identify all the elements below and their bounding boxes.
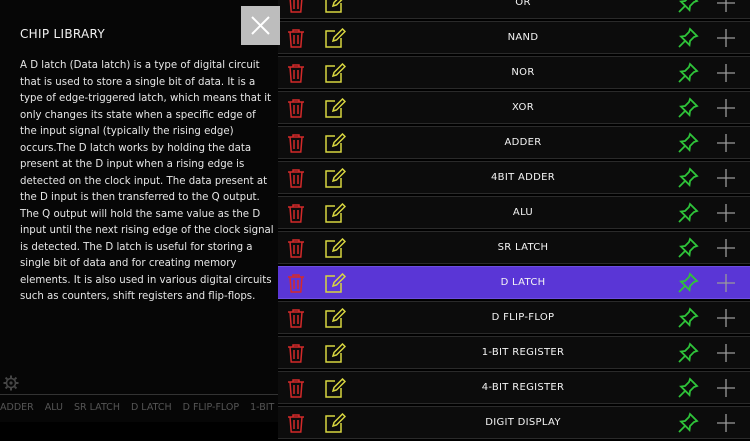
chip-name: SR LATCH: [497, 242, 549, 253]
chip-name: 1-BIT REGISTER: [481, 347, 565, 358]
pin-icon[interactable]: [677, 132, 699, 158]
toolbar-chip[interactable]: SR LATCH: [74, 394, 120, 422]
edit-icon[interactable]: [324, 62, 347, 87]
trash-icon[interactable]: [287, 98, 305, 122]
pin-icon[interactable]: [677, 202, 699, 228]
chip-name: NAND: [507, 32, 539, 43]
chip-name: XOR: [512, 102, 534, 113]
pin-icon[interactable]: [677, 62, 699, 88]
pin-icon[interactable]: [677, 412, 699, 438]
chip-row[interactable]: 1-BIT REGISTER: [278, 336, 750, 369]
pin-icon[interactable]: [677, 237, 699, 263]
close-icon: [251, 16, 270, 35]
chip-row[interactable]: SR LATCH: [278, 231, 750, 264]
trash-icon[interactable]: [287, 238, 305, 262]
plus-icon[interactable]: [715, 27, 737, 53]
chip-row[interactable]: XOR: [278, 91, 750, 124]
chip-row[interactable]: 4BIT ADDER: [278, 161, 750, 194]
chip-description: A D latch (Data latch) is a type of digi…: [20, 60, 274, 302]
pin-icon[interactable]: [677, 97, 699, 123]
trash-icon[interactable]: [287, 378, 305, 402]
plus-icon[interactable]: [715, 202, 737, 228]
chip-name: ALU: [512, 207, 534, 218]
trash-icon[interactable]: [287, 203, 305, 227]
chip-row[interactable]: 4-BIT REGISTER: [278, 371, 750, 404]
edit-icon[interactable]: [324, 342, 347, 367]
chip-row[interactable]: ADDER: [278, 126, 750, 159]
edit-icon[interactable]: [324, 412, 347, 437]
chip-name: DIGIT DISPLAY: [485, 417, 561, 428]
edit-icon[interactable]: [324, 307, 347, 332]
trash-icon[interactable]: [287, 273, 305, 297]
chip-row[interactable]: DIGIT DISPLAY: [278, 406, 750, 439]
pin-icon[interactable]: [677, 377, 699, 403]
trash-icon[interactable]: [287, 413, 305, 437]
edit-icon[interactable]: [324, 167, 347, 192]
chip-row[interactable]: D LATCH: [278, 266, 750, 299]
plus-icon[interactable]: [715, 272, 737, 298]
toolbar-divider: [0, 394, 278, 395]
plus-icon[interactable]: [715, 62, 737, 88]
edit-icon[interactable]: [324, 202, 347, 227]
close-button[interactable]: [241, 6, 280, 45]
edit-icon[interactable]: [324, 132, 347, 157]
plus-icon[interactable]: [715, 0, 737, 18]
chip-row[interactable]: ALU: [278, 196, 750, 229]
chip-row[interactable]: D FLIP-FLOP: [278, 301, 750, 334]
edit-icon[interactable]: [324, 27, 347, 52]
chip-name: NOR: [511, 67, 535, 78]
chip-name: D FLIP-FLOP: [491, 312, 555, 323]
edit-icon[interactable]: [324, 377, 347, 402]
toolbar-chip[interactable]: D LATCH: [131, 394, 172, 422]
plus-icon[interactable]: [715, 342, 737, 368]
plus-icon[interactable]: [715, 132, 737, 158]
plus-icon[interactable]: [715, 167, 737, 193]
edit-icon[interactable]: [324, 272, 347, 297]
trash-icon[interactable]: [287, 63, 305, 87]
toolbar-chip[interactable]: ALU: [45, 394, 63, 422]
plus-icon[interactable]: [715, 237, 737, 263]
chip-name: 4BIT ADDER: [491, 172, 555, 183]
edit-icon[interactable]: [324, 237, 347, 262]
trash-icon[interactable]: [287, 168, 305, 192]
plus-icon[interactable]: [715, 377, 737, 403]
plus-icon[interactable]: [715, 97, 737, 123]
plus-icon[interactable]: [715, 307, 737, 333]
panel-title: CHIP LIBRARY: [20, 27, 106, 41]
chip-row[interactable]: NOR: [278, 56, 750, 89]
toolbar-chip[interactable]: ADDER: [0, 394, 34, 422]
chip-row[interactable]: OR: [278, 0, 750, 19]
trash-icon[interactable]: [287, 133, 305, 157]
pin-icon[interactable]: [677, 167, 699, 193]
toolbar-chip[interactable]: 1-BIT R: [250, 394, 278, 422]
trash-icon[interactable]: [287, 343, 305, 367]
chip-name: D LATCH: [500, 277, 546, 288]
chip-name: 4-BIT REGISTER: [481, 382, 565, 393]
toolbar-chip[interactable]: D FLIP-FLOP: [183, 394, 239, 422]
pin-icon[interactable]: [677, 342, 699, 368]
pin-icon[interactable]: [677, 27, 699, 53]
chip-list: OR NAND NOR XOR ADDER 4BIT ADDER ALU SR LATCH D …: [278, 0, 750, 441]
chip-name: OR: [515, 0, 531, 8]
chip-info-panel: CHIP LIBRARY A D latch (Data latch) is a…: [0, 0, 278, 422]
trash-icon[interactable]: [287, 28, 305, 52]
chip-row[interactable]: NAND: [278, 21, 750, 54]
gear-icon[interactable]: [3, 375, 19, 391]
chip-name: ADDER: [504, 137, 542, 148]
pin-icon[interactable]: [677, 307, 699, 333]
edit-icon[interactable]: [324, 97, 347, 122]
pin-icon[interactable]: [677, 0, 699, 18]
pin-icon[interactable]: [677, 272, 699, 298]
edit-icon[interactable]: [324, 0, 346, 17]
trash-icon[interactable]: [287, 308, 305, 332]
chip-toolbar: ADDER ALU SR LATCH D LATCH D FLIP-FLOP 1-BIT …: [0, 394, 278, 422]
plus-icon[interactable]: [715, 412, 737, 438]
trash-icon[interactable]: [287, 0, 305, 17]
